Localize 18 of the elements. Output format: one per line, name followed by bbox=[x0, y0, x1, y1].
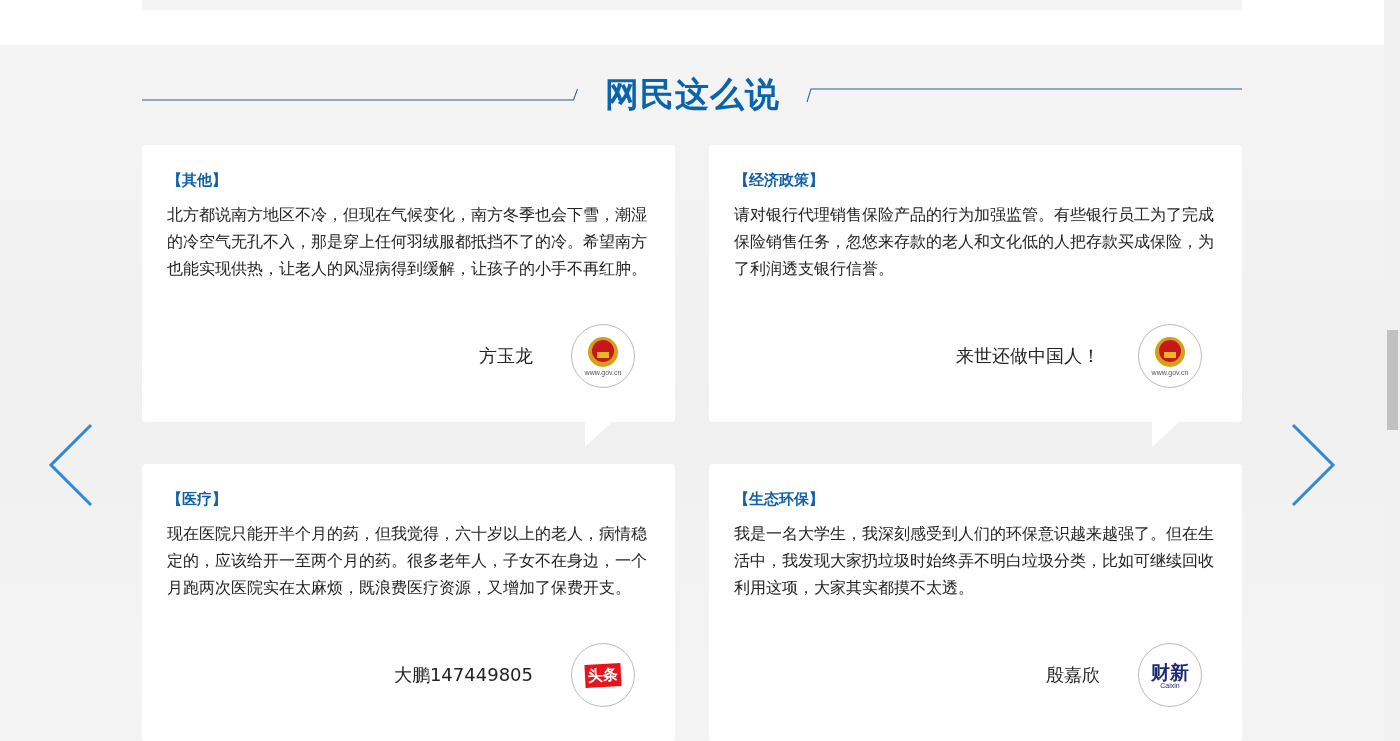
author-name: 殷嘉欣 bbox=[1046, 663, 1100, 687]
category-tag: 【经济政策】 bbox=[734, 171, 1217, 190]
emblem-icon bbox=[1153, 336, 1187, 369]
category-tag: 【医疗】 bbox=[167, 490, 650, 509]
comment-text: 北方都说南方地区不冷，但现在气候变化，南方冬季也会下雪，潮湿的冷空气无孔不入，那是穿上任何羽绒服都抵挡不了的冷。希望南方也能实现供热，让老人的风湿病得到缓解，让孩子的小手不再红肿。 bbox=[167, 205, 648, 280]
scrollbar-thumb[interactable] bbox=[1386, 330, 1398, 430]
section-title: 网民这么说 bbox=[604, 73, 780, 116]
author-name: 方玉龙 bbox=[479, 344, 533, 368]
comment-text: 现在医院只能开半个月的药，但我觉得，六十岁以上的老人，病情稳定的，应该给开一至两个月的药。很多老年人，子女不在身边，一个月跑两次医院实在太麻烦，既浪费医疗资源，又增加了保费开支。 bbox=[167, 524, 648, 599]
author-name: 来世还做中国人！ bbox=[956, 344, 1100, 368]
comment-text: 我是一名大学生，我深刻感受到人们的环保意识越来越强了。但在生活中，我发现大家扔垃圾时始终弄不明白垃圾分类，比如可继续回收利用这项，大家其实都摸不太透。 bbox=[734, 524, 1215, 599]
category-tag: 【其他】 bbox=[167, 171, 650, 190]
author-name: 大鹏147449805 bbox=[393, 663, 533, 687]
emblem-icon bbox=[586, 336, 620, 369]
comment-text: 请对银行代理销售保险产品的行为加强监管。有些银行员工为了完成保险销售任务，忽悠来存款的老人和文化低的人把存款买成保险，为了利润透支银行信誉。 bbox=[734, 205, 1215, 280]
category-tag: 【生态环保】 bbox=[734, 490, 1217, 509]
logo-text: 财新 bbox=[1151, 661, 1189, 682]
logo-text: 头条 bbox=[584, 662, 622, 688]
